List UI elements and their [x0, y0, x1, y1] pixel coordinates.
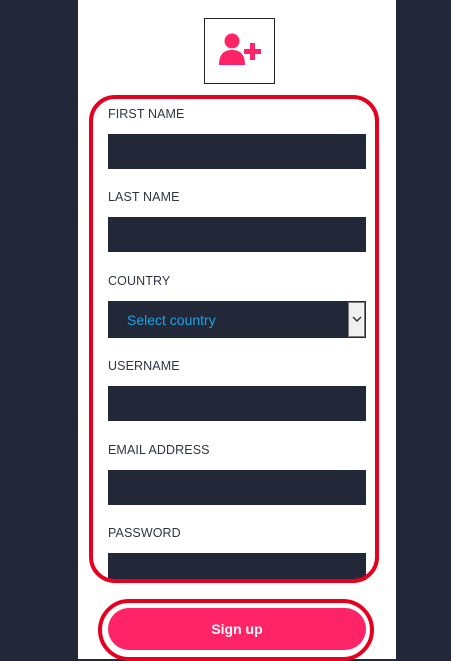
password-field[interactable] — [108, 553, 366, 580]
chevron-down-icon[interactable] — [348, 302, 365, 337]
last-name-field[interactable] — [108, 217, 366, 252]
email-label: EMAIL ADDRESS — [108, 443, 210, 457]
avatar-box — [204, 18, 275, 84]
username-label: USERNAME — [108, 359, 180, 373]
country-select[interactable]: Select country — [108, 301, 366, 338]
signup-button[interactable]: Sign up — [108, 608, 366, 650]
last-name-label: LAST NAME — [108, 190, 180, 204]
country-select-value: Select country — [127, 312, 216, 328]
password-label: PASSWORD — [108, 526, 181, 540]
username-field[interactable] — [108, 386, 366, 421]
first-name-field[interactable] — [108, 134, 366, 169]
country-label: COUNTRY — [108, 274, 171, 288]
add-user-icon — [218, 32, 262, 71]
first-name-label: FIRST NAME — [108, 107, 185, 121]
email-field[interactable] — [108, 470, 366, 505]
